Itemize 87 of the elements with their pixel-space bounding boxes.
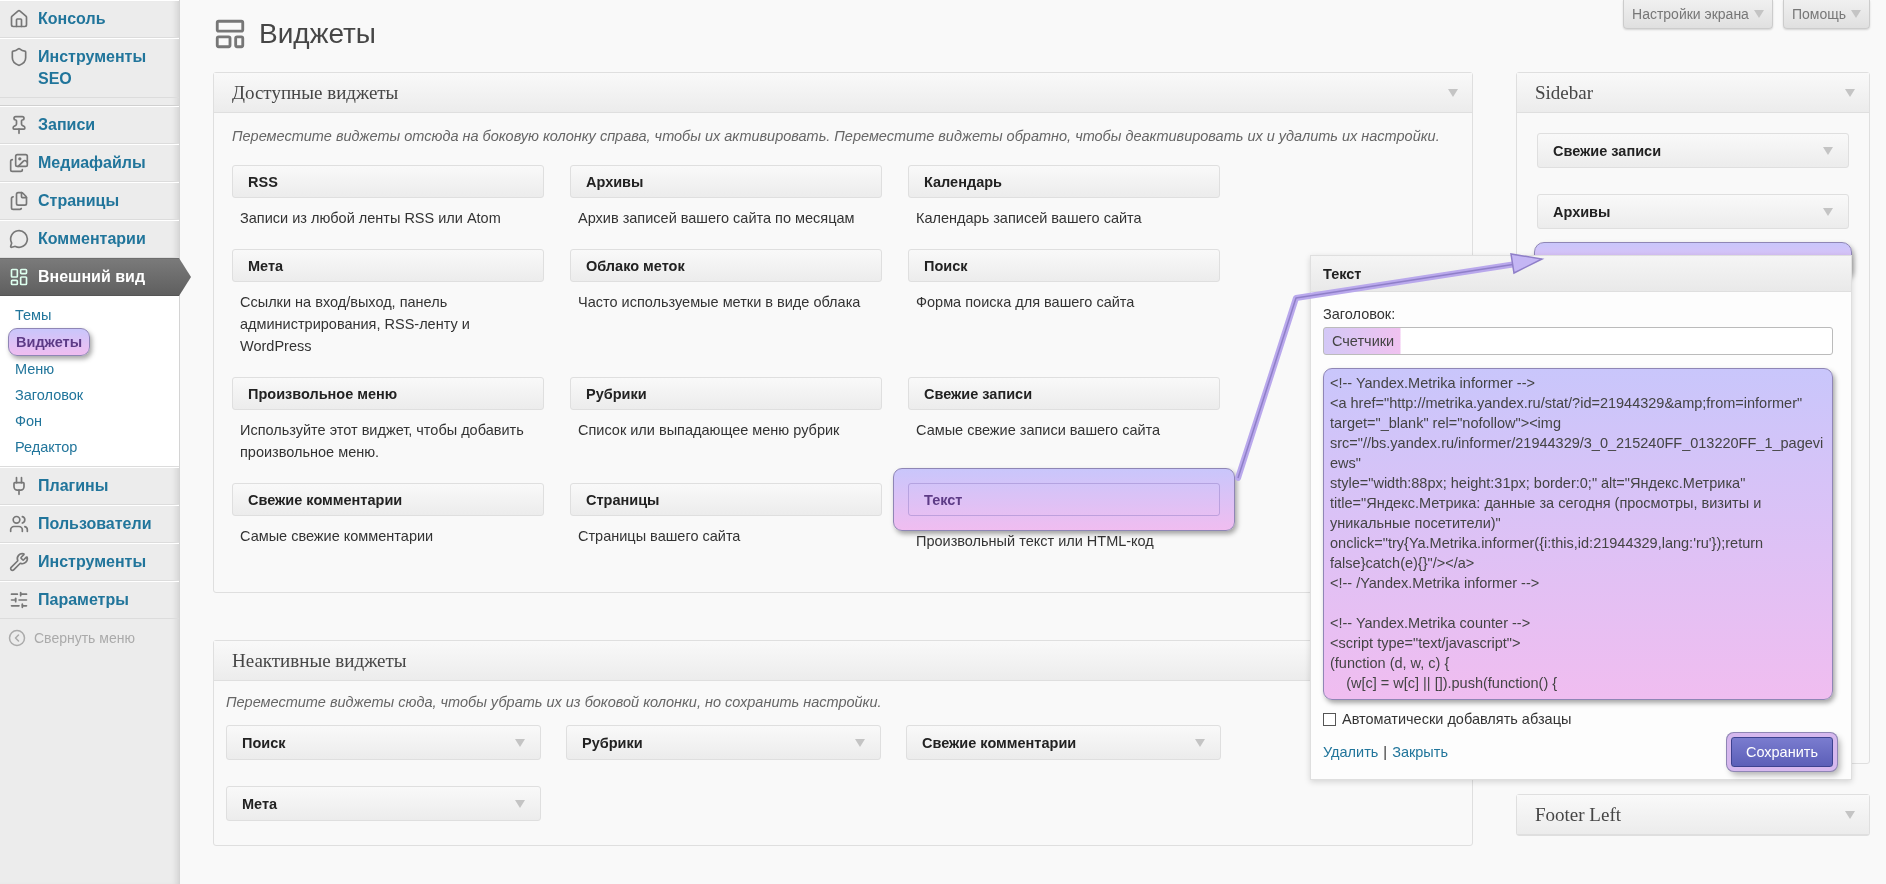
widget-description: Часто используемые метки в виде облака — [577, 293, 862, 312]
content-textarea[interactable]: <!-- Yandex.Metrika informer --> <a href="http://metrika.yandex.ru/stat/?id=21944329&amp;from=informer" target="_blank" rel="nofollow"><img src="//bs.yandex.ru/informer/21944329/3_0_215240FF_013220FF_1_pageviews" style="width:88px; height:31px; border:0;" alt="Яндекс.Метрика" title="Яндекс.Метрика: данные за сегодня (просмотры, визиты и уникальные посетители)" onclick="try{Ya.Metrika.informer({i:this,id:21944329,lang:'ru'});return false}catch(e){}"/></a> <!-- /Yandex.Metrika informer --> <!-- Yandex.Metrika counter --> <script type="text/javascript"> (function (d, w, c) { (w[c] = w[c] || []).push(function() { — [1323, 368, 1833, 700]
link-separator: | — [1383, 744, 1388, 760]
widget-title[interactable]: Мета — [226, 786, 541, 821]
menu-item[interactable]: Страницы — [0, 182, 179, 220]
widget-title[interactable]: Архивы — [1537, 194, 1849, 229]
menu-item[interactable]: Записи — [0, 106, 179, 144]
widget-title[interactable]: Свежие записи — [1537, 133, 1849, 168]
menu-icon — [9, 153, 29, 173]
widget-title[interactable]: Свежие комментарии — [906, 725, 1221, 760]
dropdown-arrow-icon — [515, 799, 525, 808]
widget-title[interactable]: Мета — [232, 249, 544, 282]
menu-icon — [9, 47, 29, 67]
widget-title[interactable]: Календарь — [908, 165, 1220, 198]
menu-item[interactable]: Инструменты SEO — [0, 38, 179, 98]
panel-description: Переместите виджеты сюда, чтобы убрать их из боковой колонки, но сохранить настройки. — [226, 693, 883, 712]
widget-title[interactable]: Текст — [908, 483, 1220, 516]
widget-title[interactable]: Поиск — [226, 725, 541, 760]
widget-description: Страницы вашего сайта — [577, 527, 742, 546]
menu-item[interactable]: Инструменты — [0, 543, 179, 581]
submenu-item[interactable]: Меню — [8, 356, 62, 382]
screen-tab-button[interactable]: Помощь — [1782, 0, 1870, 29]
menu-icon — [9, 552, 29, 572]
widget-description: Записи из любой ленты RSS или Atom — [239, 209, 502, 228]
menu-item[interactable]: Параметры — [0, 581, 179, 619]
widget-description: Календарь записей вашего сайта — [915, 209, 1143, 228]
widget-description: Самые свежие комментарии — [239, 527, 435, 546]
submenu-item[interactable]: Темы — [8, 302, 59, 328]
widget-title[interactable]: Свежие комментарии — [232, 483, 544, 516]
page-title: Виджеты — [259, 18, 376, 50]
widget-description: Архив записей вашего сайта по месяцам — [577, 209, 856, 228]
menu-icon — [9, 229, 29, 249]
menu-icon — [9, 115, 29, 135]
highlighted-submenu-item[interactable]: Виджеты — [8, 328, 91, 356]
widget-title[interactable]: Свежие записи — [908, 377, 1220, 410]
widget-description: Список или выпадающее меню рубрик — [577, 421, 841, 440]
panel-title: Неактивные виджеты — [232, 649, 407, 672]
close-link[interactable]: Закрыть — [1392, 744, 1448, 760]
dropdown-arrow-icon — [515, 738, 525, 747]
menu-icon — [9, 514, 29, 534]
submenu-item[interactable]: Заголовок — [8, 382, 91, 408]
menu-icon — [9, 590, 29, 610]
dropdown-arrow-icon — [1195, 738, 1205, 747]
widget-title[interactable]: Поиск — [908, 249, 1220, 282]
editor-title: Текст — [1311, 256, 1851, 292]
widget-title[interactable]: Рубрики — [566, 725, 881, 760]
widget-title[interactable]: RSS — [232, 165, 544, 198]
checkbox[interactable] — [1323, 712, 1336, 726]
dropdown-arrow-icon — [1845, 88, 1855, 97]
panel-title: Sidebar — [1535, 81, 1594, 104]
checkbox-label[interactable]: Автоматически добавлять абзацы — [1323, 711, 1833, 727]
dropdown-arrow-icon — [1845, 810, 1855, 819]
dropdown-arrow-icon — [1823, 207, 1833, 216]
delete-link[interactable]: Удалить — [1323, 744, 1379, 760]
field-label: Заголовок: — [1323, 306, 1397, 322]
dropdown-arrow-icon — [1753, 10, 1764, 18]
widget-title[interactable]: Произвольное меню — [232, 377, 544, 410]
dropdown-arrow-icon — [1448, 88, 1458, 97]
widget-title[interactable]: Страницы — [570, 483, 882, 516]
panel-title: Footer Left — [1535, 803, 1621, 826]
widget-description: Используйте этот виджет, чтобы добавить произвольное меню. — [239, 421, 525, 462]
widget-description: Самые свежие записи вашего сайта — [915, 421, 1162, 440]
dropdown-arrow-icon — [1823, 146, 1833, 155]
dropdown-arrow-icon — [1851, 10, 1861, 18]
menu-item[interactable]: Консоль — [0, 0, 179, 38]
panel-description: Переместите виджеты отсюда на боковую колонку справа, чтобы их активировать. Переместите виджеты обратно, чтобы деактивировать их и удалить их настройки. — [232, 127, 1441, 146]
menu-icon — [9, 267, 29, 287]
menu-icon — [9, 191, 29, 211]
submenu-item[interactable]: Фон — [8, 408, 50, 434]
menu-item[interactable]: Пользователи — [0, 505, 179, 543]
widget-description: Произвольный текст или HTML-код — [915, 532, 1155, 551]
menu-item[interactable]: Медиафайлы — [0, 144, 179, 182]
screen-tab-button[interactable]: Настройки экрана — [1623, 0, 1773, 29]
menu-icon — [9, 9, 29, 29]
panel-title: Доступные виджеты — [232, 81, 399, 104]
widget-description: Ссылки на вход/выход, панель администрирования, RSS-ленту и WordPress — [239, 293, 471, 356]
submenu-item[interactable]: Редактор — [8, 434, 85, 460]
menu-item[interactable]: Внешний вид — [0, 258, 191, 296]
widget-title[interactable]: Облако меток — [570, 249, 882, 282]
widgets-page-icon — [213, 17, 247, 51]
title-input[interactable]: Счетчики — [1323, 327, 1833, 355]
widget-title[interactable]: Рубрики — [570, 377, 882, 410]
widget-title[interactable]: Архивы — [570, 165, 882, 198]
widget-description: Форма поиска для вашего сайта — [915, 293, 1136, 312]
dropdown-arrow-icon — [855, 738, 865, 747]
collapse-icon — [8, 629, 26, 647]
menu-item[interactable]: Плагины — [0, 467, 179, 505]
